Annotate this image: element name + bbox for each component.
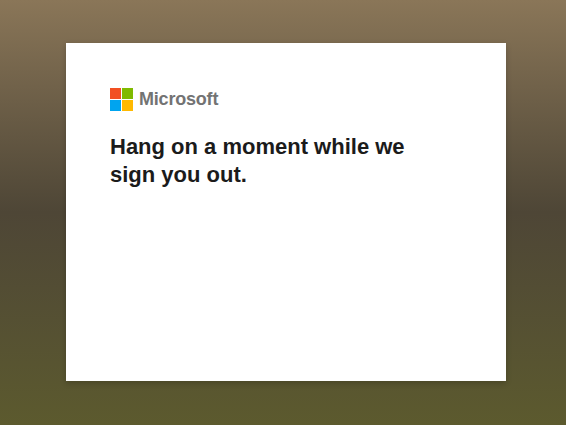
page-background: Microsoft Hang on a moment while we sign… bbox=[0, 0, 566, 425]
status-message: Hang on a moment while we sign you out. bbox=[110, 133, 450, 189]
microsoft-logo: Microsoft bbox=[110, 87, 462, 111]
brand-name: Microsoft bbox=[139, 87, 218, 111]
microsoft-logo-icon bbox=[110, 88, 133, 111]
sign-out-card: Microsoft Hang on a moment while we sign… bbox=[66, 43, 506, 381]
